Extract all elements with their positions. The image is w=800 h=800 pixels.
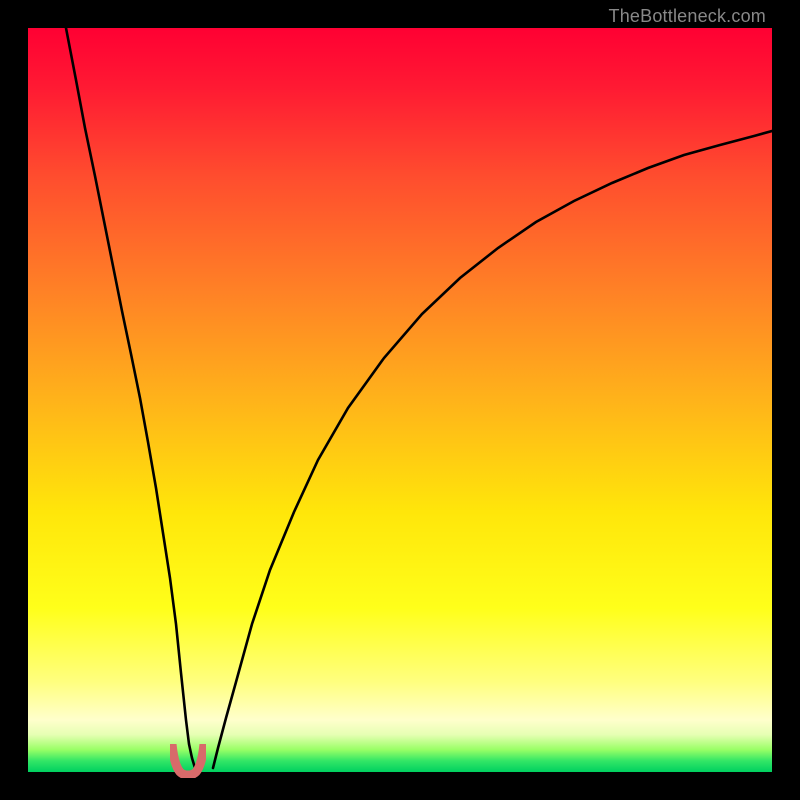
chart-background-gradient <box>28 28 772 772</box>
chart-frame: TheBottleneck.com <box>0 0 800 800</box>
watermark-text: TheBottleneck.com <box>609 6 766 27</box>
